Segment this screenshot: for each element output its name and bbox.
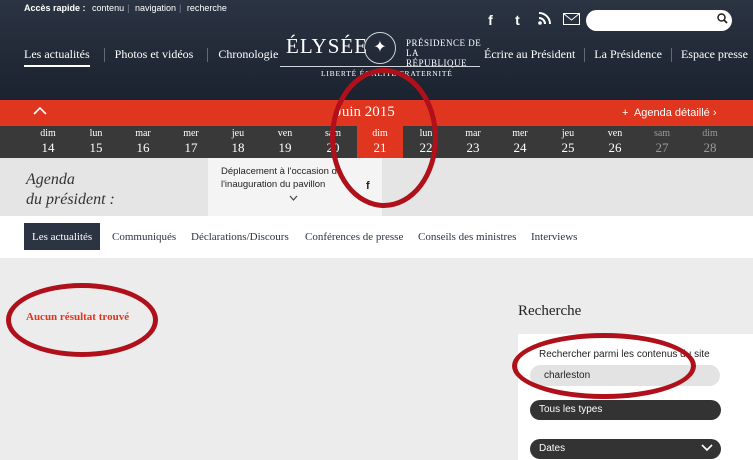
tab-conseils[interactable]: Conseils des ministres	[418, 231, 516, 243]
day-number: 16	[136, 140, 150, 155]
day-name: ven	[607, 128, 623, 139]
day-cell[interactable]: mar 23	[453, 126, 493, 156]
day-cell[interactable]: dim 21	[357, 126, 403, 169]
day-name: sam	[324, 128, 342, 139]
day-cell[interactable]: sam 27	[642, 126, 682, 156]
logo-brand: ÉLYSÉE	[286, 34, 369, 58]
nav-divider	[207, 48, 209, 62]
day-name: mer	[512, 128, 528, 139]
day-number: 14	[41, 140, 55, 155]
day-cell[interactable]: ven 19	[265, 126, 305, 156]
day-cell[interactable]: mer 17	[171, 126, 211, 156]
site-content-search-input[interactable]	[530, 365, 720, 386]
twitter-icon[interactable]: t	[509, 12, 526, 28]
facebook-share-icon[interactable]: f	[366, 180, 370, 192]
facebook-icon[interactable]: f	[482, 12, 499, 28]
day-name: jeu	[561, 128, 575, 139]
chevron-down-icon[interactable]	[289, 193, 298, 203]
tab-interviews[interactable]: Interviews	[531, 231, 577, 243]
day-name: jeu	[231, 128, 245, 139]
day-cell[interactable]: ven 26	[595, 126, 635, 156]
republic-emblem-icon: ✦	[364, 32, 396, 64]
tab-declarations[interactable]: Déclarations/Discours	[191, 231, 289, 243]
sidebar-title: Recherche	[518, 303, 582, 319]
day-number: 19	[278, 140, 292, 155]
main-nav-left: Les actualités Photos et vidéos Chronolo…	[24, 47, 292, 67]
day-number: 27	[655, 140, 669, 155]
quick-link-navigation[interactable]: navigation	[135, 3, 176, 13]
chevron-up-icon[interactable]	[33, 103, 47, 119]
day-number: 21	[373, 140, 387, 155]
nav-photos-videos[interactable]: Photos et vidéos	[115, 47, 194, 67]
site-search-input[interactable]	[586, 10, 732, 31]
day-name: ven	[277, 128, 293, 139]
no-result-message: Aucun résultat trouvé	[26, 311, 130, 323]
day-name: lun	[89, 128, 103, 139]
nav-ecrire-president[interactable]: Écrire au Président	[484, 47, 575, 62]
day-cell[interactable]: jeu 18	[218, 126, 258, 156]
day-cell[interactable]: jeu 25	[548, 126, 588, 156]
day-number: 15	[89, 140, 103, 155]
nav-divider	[103, 48, 105, 62]
mail-icon[interactable]	[563, 12, 580, 28]
day-number: 17	[184, 140, 198, 155]
chevron-right-icon: ›	[712, 107, 717, 119]
day-number: 18	[231, 140, 245, 155]
nav-divider	[670, 48, 672, 62]
day-number: 22	[419, 140, 433, 155]
quick-access: Accès rapide : contenu | navigation | rech…	[24, 3, 227, 13]
type-select[interactable]: Tous les types	[530, 400, 721, 420]
day-name: dim	[702, 128, 718, 139]
day-number: 20	[326, 140, 340, 155]
month-label: Juin 2015	[336, 104, 395, 120]
day-cell[interactable]: lun 15	[76, 126, 116, 156]
elysee-logo[interactable]: ÉLYSÉE ✦ PRÉSIDENCE DE LA RÉPUBLIQUE LIB…	[278, 30, 482, 78]
day-cell[interactable]: dim 28	[690, 126, 730, 156]
quick-link-contenu[interactable]: contenu	[92, 3, 124, 13]
day-name: lun	[419, 128, 433, 139]
agenda-title: Agenda du président :	[26, 171, 115, 208]
day-number: 26	[608, 140, 622, 155]
day-cell[interactable]: sam 20	[313, 126, 353, 156]
main-nav-right: Écrire au Président La Présidence Espace…	[484, 47, 748, 62]
plus-icon: +	[622, 107, 629, 119]
nav-chronologie[interactable]: Chronologie	[218, 47, 278, 67]
day-name: mar	[135, 128, 151, 139]
chevron-down-icon	[701, 441, 713, 455]
event-text[interactable]: Déplacement à l'occasion de l'inaugurati…	[221, 165, 357, 191]
search-label: Rechercher parmi les contenus du site	[539, 349, 710, 360]
day-name: mer	[183, 128, 199, 139]
dates-select[interactable]: Dates	[530, 439, 721, 459]
day-number: 23	[466, 140, 480, 155]
day-number: 24	[513, 140, 527, 155]
quick-access-label: Accès rapide :	[24, 3, 86, 13]
tab-communiques[interactable]: Communiqués	[112, 231, 176, 243]
nav-divider	[584, 48, 586, 62]
rss-icon[interactable]	[536, 12, 553, 28]
tab-actualites[interactable]: Les actualités	[24, 223, 101, 250]
logo-presidence: PRÉSIDENCE DE LA RÉPUBLIQUE	[406, 38, 482, 68]
search-icon[interactable]	[717, 13, 728, 27]
nav-actualites[interactable]: Les actualités	[24, 47, 90, 67]
day-cell[interactable]: mar 16	[123, 126, 163, 156]
day-cell[interactable]: mer 24	[500, 126, 540, 156]
tab-conferences[interactable]: Conférences de presse	[305, 231, 403, 243]
day-cell[interactable]: dim 14	[28, 126, 68, 156]
nav-la-presidence[interactable]: La Présidence	[594, 47, 662, 62]
day-name: dim	[372, 128, 388, 139]
logo-motto: LIBERTÉ ÉGALITÉ FRATERNITÉ	[321, 69, 453, 78]
agenda-detail-link[interactable]: + Agenda détaillé ›	[622, 107, 717, 119]
day-name: dim	[40, 128, 56, 139]
day-number: 25	[561, 140, 575, 155]
day-number: 28	[703, 140, 717, 155]
nav-espace-presse[interactable]: Espace presse	[681, 47, 748, 62]
quick-link-recherche[interactable]: recherche	[187, 3, 227, 13]
logo-rule	[280, 66, 480, 67]
day-cell[interactable]: lun 22	[406, 126, 446, 156]
day-name: mar	[465, 128, 481, 139]
day-name: sam	[653, 128, 671, 139]
social-links: f t	[482, 12, 580, 28]
